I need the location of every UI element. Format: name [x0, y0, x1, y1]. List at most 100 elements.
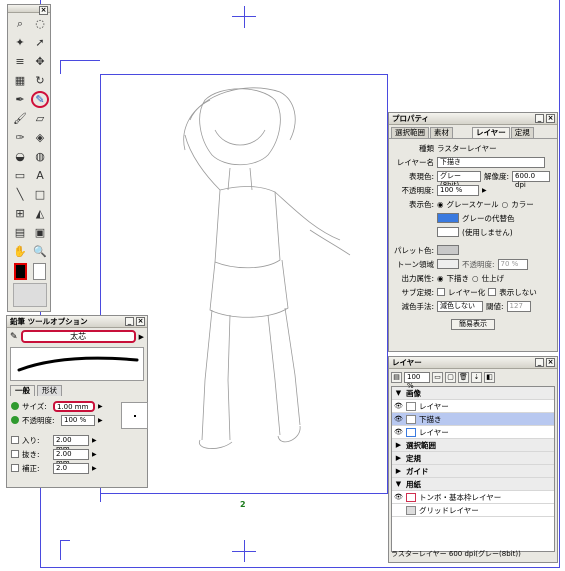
opacity-arrow-icon[interactable]: ▶ — [482, 187, 487, 194]
layer-row[interactable]: 👁 トンボ・基本枠レイヤー — [392, 491, 554, 504]
text-tool-icon[interactable]: A — [31, 167, 49, 184]
layer-row-selected[interactable]: 👁 下描き — [392, 413, 554, 426]
correction-checkbox[interactable] — [11, 464, 19, 472]
grayscale-radio-icon[interactable]: ◉ — [437, 200, 444, 209]
menu-arrow-icon[interactable]: ▶ — [139, 333, 144, 341]
expand-icon[interactable]: ▼ — [394, 480, 403, 489]
layer-name-field[interactable]: 下描き — [437, 156, 545, 168]
line-tool-icon[interactable]: ╲ — [11, 186, 29, 203]
opacity-arrow-icon[interactable]: ▶ — [98, 417, 103, 424]
tone-swatch[interactable] — [437, 259, 459, 269]
ruler-tool-icon[interactable]: ⊞ — [11, 205, 29, 222]
tab-layer[interactable]: レイヤー — [472, 127, 510, 138]
subtract-select[interactable]: 減色しない — [437, 300, 483, 312]
minimize-icon[interactable]: _ — [535, 114, 544, 123]
loupe-tool-icon[interactable]: 🔍 — [31, 243, 49, 260]
size-arrow-icon[interactable]: ▶ — [98, 403, 103, 410]
minimize-icon[interactable]: _ — [125, 317, 134, 326]
close-icon[interactable]: × — [39, 6, 48, 15]
expand-icon[interactable]: ▶ — [394, 441, 403, 450]
layer-folder[interactable]: ▶ ガイド — [392, 465, 554, 478]
in-field[interactable]: 2.00 mm — [53, 434, 89, 453]
correction-arrow-icon[interactable]: ▶ — [92, 465, 97, 472]
balloon-tool-icon[interactable]: ▣ — [31, 224, 49, 241]
bucket-tool-icon[interactable]: ◒ — [11, 148, 29, 165]
layer-settings-icon[interactable]: ▤ — [391, 371, 402, 383]
simple-display-button[interactable]: 簡易表示 — [451, 318, 495, 330]
tone-opacity-field[interactable]: 70 % — [497, 258, 528, 270]
tab-ruler[interactable]: 定規 — [510, 127, 534, 138]
transparent-color-swatch[interactable] — [33, 263, 46, 280]
move-tool-icon[interactable]: ✥ — [31, 53, 49, 70]
layer-properties-icon[interactable]: ◧ — [484, 371, 495, 383]
close-icon[interactable]: × — [546, 114, 555, 123]
merge-layer-icon[interactable]: ⇣ — [471, 371, 482, 383]
gradient-tool-icon[interactable]: ▭ — [11, 167, 29, 184]
tool-palette-titlebar[interactable]: × — [8, 5, 50, 15]
draft-radio-icon[interactable]: ◉ — [437, 274, 444, 283]
opacity-pressure-icon[interactable] — [11, 416, 19, 424]
show-checkbox[interactable] — [488, 288, 497, 296]
layer-folder[interactable]: ▶ 選択範囲 — [392, 439, 554, 452]
finish-radio-icon[interactable]: ○ — [472, 274, 479, 283]
hand-tool-icon[interactable]: ✋ — [11, 243, 29, 260]
palette-swatch[interactable] — [437, 245, 459, 255]
layer-folder[interactable]: ▼ 用紙 — [392, 478, 554, 491]
minimize-icon[interactable]: _ — [535, 358, 544, 367]
new-layer-icon[interactable]: ▢ — [445, 371, 456, 383]
size-field[interactable]: 1.00 mm — [53, 400, 95, 412]
panel-tool-icon[interactable]: ▤ — [11, 224, 29, 241]
tool-options-titlebar[interactable]: 鉛筆 ツールオプション _ × — [7, 316, 147, 328]
opacity-field[interactable]: 100 % — [437, 184, 479, 196]
eraser-tool-icon[interactable]: ▱ — [31, 110, 49, 127]
eye-icon[interactable]: 👁 — [394, 493, 403, 502]
eye-icon[interactable]: 👁 — [394, 415, 403, 424]
in-arrow-icon[interactable]: ▶ — [92, 437, 97, 444]
fill-tool-icon[interactable]: ◈ — [31, 129, 49, 146]
out-field[interactable]: 2.00 mm — [53, 448, 89, 467]
lasso-tool-icon[interactable]: ◌ — [31, 15, 49, 32]
out-checkbox[interactable] — [11, 450, 19, 458]
pen-tool-icon[interactable]: ✒ — [11, 91, 29, 108]
rotate-tool-icon[interactable]: ↻ — [31, 72, 49, 89]
subtool-select[interactable]: 太芯 — [20, 330, 136, 343]
magic-wand-icon[interactable]: ✦ — [11, 34, 29, 51]
layerize-checkbox[interactable] — [437, 288, 445, 296]
correction-field[interactable]: 2.0 — [53, 462, 89, 474]
object-select-icon[interactable]: ➚ — [31, 34, 49, 51]
properties-titlebar[interactable]: プロパティ _ × — [389, 113, 557, 125]
tab-selection[interactable]: 選択範囲 — [391, 127, 429, 138]
out-arrow-icon[interactable]: ▶ — [92, 451, 97, 458]
brush-tool-icon[interactable]: 🖌 — [11, 110, 29, 127]
layer-folder[interactable]: ▼ 画像 — [392, 387, 554, 400]
opacity-field[interactable]: 100 % — [61, 414, 95, 426]
rect-tool-icon[interactable]: □ — [31, 186, 49, 203]
eye-icon[interactable]: 👁 — [394, 402, 403, 411]
tab-shape[interactable]: 形状 — [37, 385, 62, 396]
drawing-color-swatch[interactable] — [14, 263, 27, 280]
pencil-tool-icon[interactable]: ✎ — [31, 91, 49, 108]
size-pressure-icon[interactable] — [11, 402, 19, 410]
expand-icon[interactable]: ▶ — [394, 454, 403, 463]
tab-material[interactable]: 素材 — [430, 127, 453, 138]
tone-tool-icon[interactable]: ◭ — [31, 205, 49, 222]
close-icon[interactable]: × — [546, 358, 555, 367]
hatch-tool-icon[interactable]: ≡ — [11, 53, 29, 70]
layers-titlebar[interactable]: レイヤー _ × — [389, 357, 557, 369]
ink-tool-icon[interactable]: ✑ — [11, 129, 29, 146]
tab-general[interactable]: 一般 — [10, 385, 35, 396]
grid-tool-icon[interactable]: ▦ — [11, 72, 29, 89]
layer-folder[interactable]: ▶ 定規 — [392, 452, 554, 465]
color-radio-icon[interactable]: ○ — [502, 200, 509, 209]
new-folder-icon[interactable]: ▭ — [432, 371, 443, 383]
zoom-tool-icon[interactable]: ⌕ — [11, 15, 29, 32]
layer-row[interactable]: 👁 レイヤー — [392, 400, 554, 413]
close-icon[interactable]: × — [136, 317, 145, 326]
layer-row[interactable]: 👁 レイヤー — [392, 426, 554, 439]
dodge-tool-icon[interactable]: ◍ — [31, 148, 49, 165]
delete-layer-icon[interactable]: 🗑 — [458, 371, 469, 383]
gray-substitute-swatch[interactable] — [437, 213, 459, 223]
threshold-field[interactable]: 127 — [506, 300, 531, 312]
expand-icon[interactable]: ▼ — [394, 389, 403, 398]
unused-swatch[interactable] — [437, 227, 459, 237]
